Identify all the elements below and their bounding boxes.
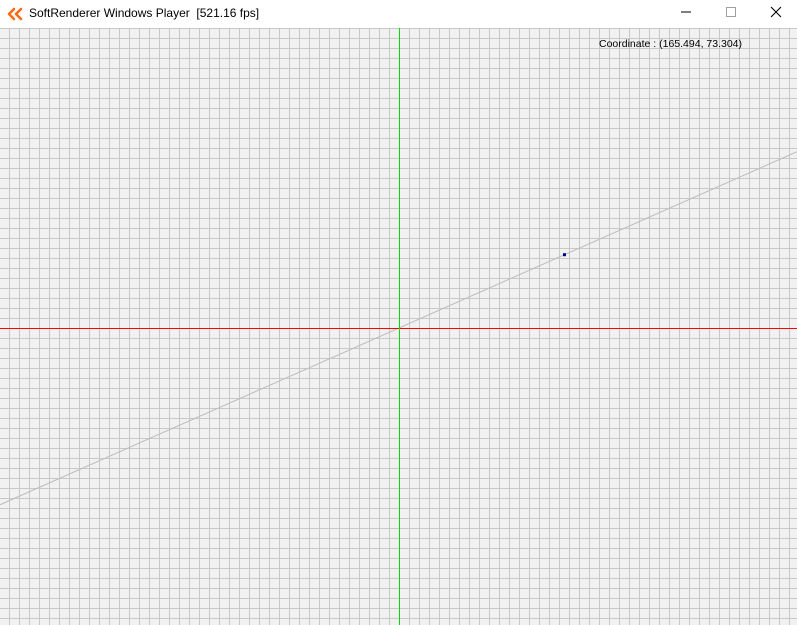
grid: [0, 28, 797, 625]
render-canvas[interactable]: [0, 28, 797, 625]
coordinate-readout: Coordinate : (165.494, 73.304): [599, 38, 743, 50]
minimize-icon: [680, 5, 692, 23]
maximize-button[interactable]: [708, 0, 754, 28]
minimize-button[interactable]: [663, 0, 709, 28]
close-icon: [770, 5, 782, 23]
close-button[interactable]: [753, 0, 797, 28]
maximize-icon: [725, 5, 737, 23]
softrenderer-logo-icon: [7, 7, 23, 21]
render-viewport[interactable]: [0, 28, 797, 625]
point-marker: [562, 253, 566, 257]
window-title: SoftRenderer Windows Player [521.16 fps]: [29, 6, 260, 20]
app-window: SoftRenderer Windows Player [521.16 fps]: [0, 0, 797, 625]
title-bar[interactable]: SoftRenderer Windows Player [521.16 fps]: [0, 0, 797, 28]
